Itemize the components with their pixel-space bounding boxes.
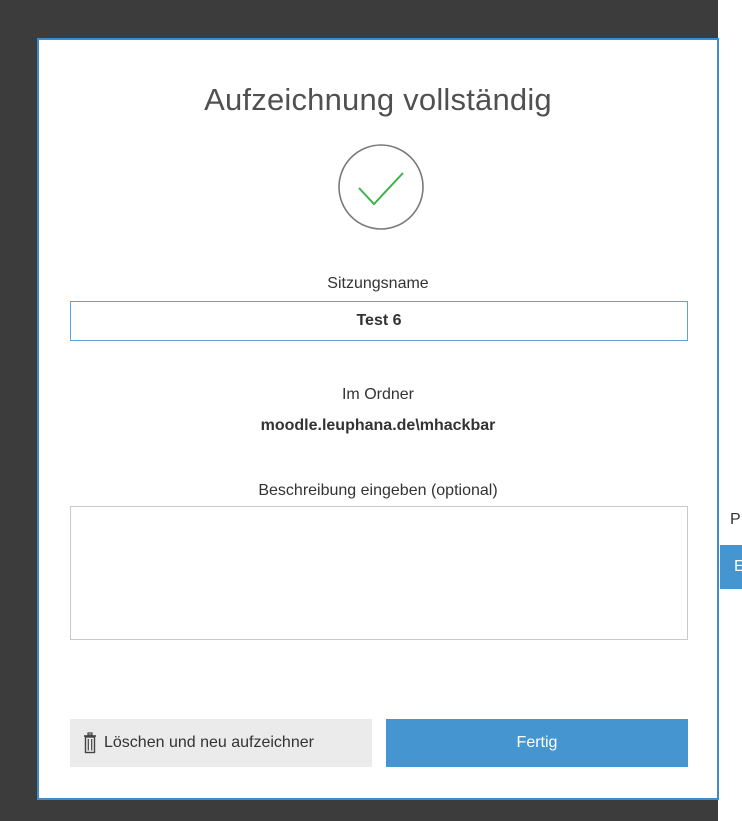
delete-button-label: Löschen und neu aufzeichner	[104, 734, 314, 751]
session-name-input[interactable]	[70, 301, 688, 341]
done-button[interactable]: Fertig	[386, 719, 688, 767]
checkmark-circle-icon	[338, 144, 424, 230]
description-textarea[interactable]	[70, 506, 688, 640]
description-label: Beschreibung eingeben (optional)	[258, 482, 498, 499]
recording-complete-dialog: Aufzeichnung vollständig Sitzungsname Im…	[37, 38, 719, 800]
folder-label: Im Ordner	[341, 386, 414, 403]
background-partial-text: P	[730, 511, 741, 528]
session-name-label: Sitzungsname	[327, 275, 429, 292]
delete-and-rerecord-button[interactable]: Löschen und neu aufzeichner	[70, 719, 372, 767]
background-window-edge	[718, 0, 742, 821]
dialog-title: Aufzeichnung vollständig	[204, 82, 552, 117]
background-partial-button[interactable]: E	[720, 545, 742, 589]
trash-icon	[84, 732, 96, 754]
folder-path: moodle.leuphana.de\mhackbar	[260, 417, 496, 434]
